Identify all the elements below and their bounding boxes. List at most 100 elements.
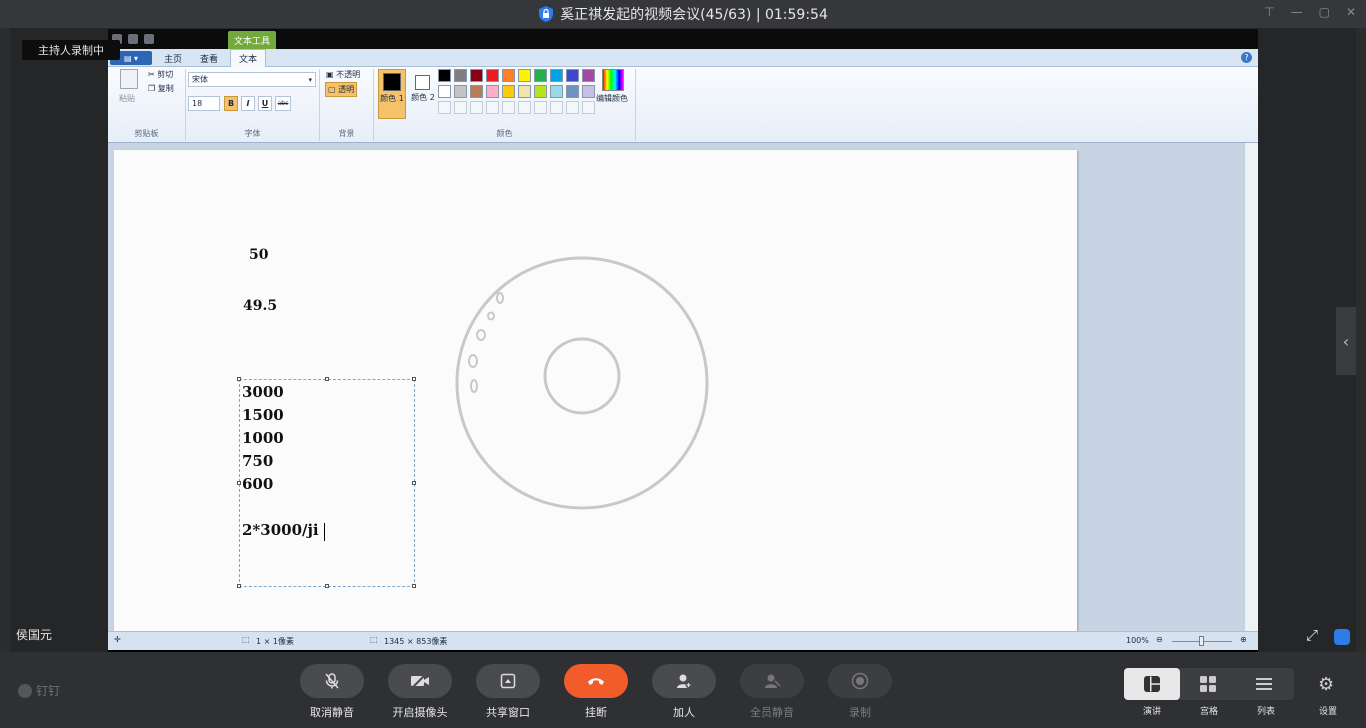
canvas-text-50: 50 [249, 247, 269, 263]
color-palette [438, 69, 598, 117]
colors-group: 颜色 1 颜色 2 编辑颜色 颜色 [374, 69, 636, 141]
canvas-scrollbar [1244, 143, 1258, 631]
canvas-size: 1345 × 853像素 [384, 637, 448, 646]
font-family-value: 宋体 [192, 75, 208, 84]
paste-icon [120, 69, 138, 89]
color-swatch [454, 85, 467, 98]
grid-view-label: 宫格 [1200, 707, 1219, 717]
add-user-button[interactable]: 加人 [652, 664, 716, 720]
transparent-icon: ▢ [328, 85, 336, 94]
color-swatch [438, 69, 451, 82]
hangup-label: 挂断 [585, 706, 607, 719]
canvas-size-icon: ⬚ [370, 635, 378, 644]
color1-label: 颜色 1 [380, 94, 404, 103]
canvas-text-49-5: 49.5 [243, 298, 278, 314]
edit-colors-label: 编辑颜色 [596, 94, 628, 103]
chat-icon[interactable] [1334, 629, 1350, 645]
redo-icon [144, 34, 154, 44]
canvas-area: 50 49.5 3000 1500 1000 750 600 2*3000/ji [108, 143, 1258, 631]
share-label: 共享窗口 [486, 706, 530, 719]
tab-text: 文本 [230, 49, 267, 67]
unmute-button[interactable]: 取消静音 [300, 664, 364, 720]
ribbon-tabs: ▤ ▾ 主页 查看 文本 ? [108, 49, 1258, 67]
list-view-icon [1256, 678, 1272, 690]
close-icon[interactable]: ✕ [1346, 5, 1356, 19]
camera-button[interactable]: 开启摄像头 [388, 664, 452, 720]
textbox-line: 3000 [242, 383, 284, 401]
mute-all-button[interactable]: 全员静音 [740, 664, 804, 720]
text-caret [324, 523, 325, 541]
color-swatch [470, 85, 483, 98]
tab-view: 查看 [200, 54, 219, 65]
mic-icon [325, 673, 339, 689]
control-bar: 钉钉 取消静音 开启摄像头 共享窗口 挂断 加人 全员静音 录制 演讲 宫格 列… [0, 652, 1366, 728]
pin-icon[interactable]: ⊤ [1264, 5, 1274, 19]
resize-handle [412, 377, 416, 381]
minimize-icon[interactable]: — [1291, 5, 1303, 19]
paint-canvas: 50 49.5 3000 1500 1000 750 600 2*3000/ji [114, 150, 1077, 631]
unmute-label: 取消静音 [310, 706, 354, 719]
color-swatch [534, 85, 547, 98]
opaque-icon: ▣ [326, 70, 334, 79]
chevron-left-icon[interactable]: ‹ [1336, 307, 1356, 375]
zoom-in-icon: ⊕ [1240, 635, 1247, 644]
font-size-select: 18 [188, 96, 220, 111]
cursor-size: 1 × 1像素 [256, 637, 294, 646]
record-button[interactable]: 录制 [828, 664, 892, 720]
resize-handle [237, 584, 241, 588]
color-swatch [502, 69, 515, 82]
empty-color-swatch [502, 101, 515, 114]
share-icon [500, 673, 516, 689]
font-size-value: 18 [192, 99, 203, 108]
list-view-button[interactable] [1236, 668, 1292, 700]
color-swatch [486, 85, 499, 98]
participant-name: 侯国元 [16, 628, 53, 642]
share-window-button[interactable]: 共享窗口 [476, 664, 540, 720]
empty-color-swatch [486, 101, 499, 114]
zoom-level: 100% [1126, 636, 1149, 645]
textbox-line: 750 [242, 452, 274, 470]
color-swatch [518, 69, 531, 82]
color2-swatch [415, 75, 430, 90]
camera-off-icon [411, 673, 429, 689]
fullscreen-icon[interactable]: ⤢ [1306, 626, 1318, 644]
resize-handle [412, 584, 416, 588]
maximize-icon[interactable]: ▢ [1319, 5, 1330, 19]
recording-badge: 主持人录制中 [22, 40, 120, 60]
empty-color-swatch [582, 101, 595, 114]
grid-view-icon [1200, 676, 1216, 692]
clipboard-group-label: 剪贴板 [134, 129, 159, 138]
layout-switcher [1124, 668, 1294, 700]
undo-icon [128, 34, 138, 44]
chevron-down-icon: ▾ [308, 75, 312, 84]
font-group: 宋体 ▾ 18 B I U abc 字体 [186, 69, 320, 141]
text-box: 3000 1500 1000 750 600 2*3000/ji [237, 377, 416, 588]
empty-color-swatch [550, 101, 563, 114]
color-swatch [550, 69, 563, 82]
empty-color-swatch [470, 101, 483, 114]
empty-color-swatch [454, 101, 467, 114]
edit-colors-icon [602, 69, 624, 91]
grid-view-button[interactable] [1180, 668, 1236, 700]
opaque-label: 不透明 [336, 70, 361, 79]
speaker-view-button[interactable] [1124, 668, 1180, 700]
lock-shield-icon [539, 6, 554, 22]
title-bar: 奚正祺发起的视频会议(45/63) | 01:59:54 ⊤ — ▢ ✕ [0, 0, 1366, 28]
color-swatch [582, 69, 595, 82]
textbox-line: 600 [242, 475, 274, 493]
font-family-select: 宋体 ▾ [188, 72, 316, 87]
meeting-title: 奚正祺发起的视频会议(45/63) | 01:59:54 [560, 7, 828, 23]
hangup-button[interactable]: 挂断 [564, 664, 628, 720]
mute-all-icon [765, 674, 781, 688]
textbox-line: 1500 [242, 406, 284, 424]
color-swatch [502, 85, 515, 98]
background-group-label: 背景 [338, 129, 355, 138]
color2-label: 颜色 2 [411, 93, 435, 102]
clipboard-group: 粘贴 ✂ 剪切 ❐ 复制 剪贴板 [108, 69, 186, 141]
settings-gear-icon[interactable]: ⚙ [1318, 674, 1334, 695]
paste-label: 粘贴 [119, 94, 135, 103]
paint-titlebar: 文本工具 [108, 29, 1258, 49]
color-swatch [518, 85, 531, 98]
help-icon: ? [1241, 52, 1252, 63]
empty-color-swatch [518, 101, 531, 114]
